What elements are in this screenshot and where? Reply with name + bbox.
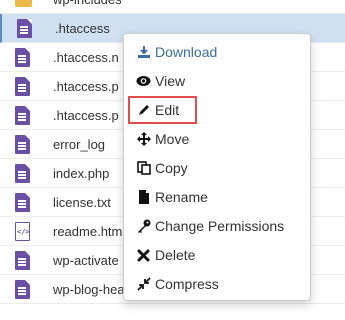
menu-item-view[interactable]: View: [136, 69, 185, 93]
move-arrows-icon: [136, 132, 151, 147]
file-name: .htaccess: [55, 21, 110, 36]
menu-item-delete[interactable]: Delete: [136, 243, 195, 267]
menu-item-label: Rename: [155, 189, 208, 205]
eye-icon: [136, 74, 151, 89]
menu-item-move[interactable]: Move: [136, 127, 189, 151]
menu-item-label: Download: [155, 44, 218, 60]
file-icon: [15, 77, 30, 96]
file-name: .htaccess.n: [53, 50, 119, 65]
file-name: wp-activate: [53, 253, 119, 268]
menu-item-label: Change Permissions: [155, 218, 285, 234]
file-name: .htaccess.p: [53, 108, 119, 123]
menu-item-change-permissions[interactable]: Change Permissions: [136, 214, 284, 238]
menu-item-download[interactable]: Download: [136, 40, 217, 64]
code-file-icon: </>: [15, 222, 30, 241]
menu-item-copy[interactable]: Copy: [136, 156, 188, 180]
compress-icon: [136, 277, 151, 292]
context-menu: Download View Edit Move Copy Rename Chan…: [123, 33, 311, 301]
file-name: error_log: [53, 137, 106, 152]
file-name: wp-includes: [53, 0, 122, 7]
download-icon: [136, 45, 151, 60]
menu-item-label: View: [155, 73, 186, 89]
x-icon: [136, 248, 151, 263]
file-icon: [15, 106, 30, 125]
copy-icon: [136, 161, 151, 176]
file-icon: [15, 48, 30, 67]
menu-item-compress[interactable]: Compress: [136, 272, 219, 296]
menu-item-label: Move: [155, 131, 190, 147]
file-icon: [15, 135, 30, 154]
file-icon: [136, 190, 151, 205]
menu-item-rename[interactable]: Rename: [136, 185, 208, 209]
file-row-wp-includes[interactable]: wp-includes: [0, 0, 345, 14]
file-icon: [15, 280, 30, 299]
file-name: .htaccess.p: [53, 79, 119, 94]
file-name: license.txt: [53, 195, 111, 210]
menu-item-label: Delete: [155, 247, 196, 263]
menu-item-label: Copy: [155, 160, 188, 176]
menu-item-label: Compress: [155, 276, 219, 292]
file-name: readme.htm: [53, 224, 123, 239]
file-name: index.php: [53, 166, 110, 181]
file-icon: [15, 251, 30, 270]
file-icon: [17, 19, 32, 38]
file-icon: [15, 193, 30, 212]
file-icon: [15, 164, 30, 183]
key-icon: [136, 219, 151, 234]
folder-icon: [15, 0, 32, 9]
edit-highlight-box: [128, 96, 197, 124]
